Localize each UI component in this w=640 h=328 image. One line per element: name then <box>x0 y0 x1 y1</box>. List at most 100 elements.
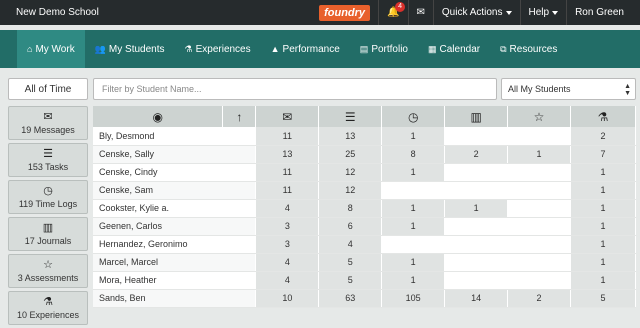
cell-tasks[interactable]: 63 <box>318 289 383 308</box>
cell-messages[interactable]: 11 <box>255 163 320 182</box>
cell-tasks[interactable]: 12 <box>318 181 383 200</box>
student-name[interactable]: Censke, Cindy <box>93 163 257 182</box>
tab-calendar[interactable]: ▦ Calendar <box>418 30 490 68</box>
cell-experiences[interactable]: 1 <box>570 235 636 254</box>
cell-experiences[interactable]: 1 <box>570 271 636 290</box>
table-row[interactable]: Censke, Cindy 11 12 1 1 <box>93 163 636 182</box>
time-range-button[interactable]: All of Time <box>8 78 88 100</box>
student-filter-input[interactable]: Filter by Student Name... <box>93 78 497 100</box>
sidebar-item-journal[interactable]: ▥ 17 Journals <box>8 217 88 251</box>
table-row[interactable]: Hernandez, Geronimo 3 4 1 <box>93 235 636 254</box>
cell-timelogs[interactable]: 105 <box>381 289 446 308</box>
cell-timelogs[interactable]: 1 <box>381 217 446 236</box>
sidebar-item-tasks[interactable]: ☰ 153 Tasks <box>8 143 88 177</box>
cell-timelogs[interactable]: 1 <box>381 163 446 182</box>
cell-experiences[interactable]: 1 <box>570 199 636 218</box>
cell-tasks[interactable]: 6 <box>318 217 383 236</box>
tab-resources[interactable]: ⧉ Resources <box>490 30 567 68</box>
help-menu[interactable]: Help <box>519 0 567 25</box>
cell-experiences[interactable]: 1 <box>570 181 636 200</box>
tab-my-work[interactable]: ⌂ My Work <box>17 30 85 68</box>
cell-messages[interactable]: 3 <box>255 217 320 236</box>
cell-tasks[interactable]: 12 <box>318 163 383 182</box>
cell-messages[interactable]: 10 <box>255 289 320 308</box>
foundry-logo[interactable]: foundry <box>319 4 371 21</box>
cell-journals <box>444 235 509 254</box>
cell-journals[interactable]: 1 <box>444 199 509 218</box>
cell-experiences[interactable]: 1 <box>570 163 636 182</box>
cell-assessments[interactable]: 2 <box>507 289 572 308</box>
table-row[interactable]: Cookster, Kylie a. 4 8 1 1 1 <box>93 199 636 218</box>
sidebar-item-star[interactable]: ☆ 3 Assessments <box>8 254 88 288</box>
table-row[interactable]: Sands, Ben 10 63 105 14 2 5 <box>93 289 636 308</box>
tab-experiences[interactable]: ⚗ Experiences <box>175 30 261 68</box>
cell-tasks[interactable]: 13 <box>318 127 383 146</box>
column-header-sort-up[interactable]: ↑ <box>222 106 257 127</box>
student-name[interactable]: Censke, Sally <box>93 145 257 164</box>
cell-tasks[interactable]: 8 <box>318 199 383 218</box>
cell-experiences[interactable]: 5 <box>570 289 636 308</box>
tab-performance[interactable]: ▲ Performance <box>261 30 350 68</box>
table-row[interactable]: Censke, Sally 13 25 8 2 1 7 <box>93 145 636 164</box>
student-name[interactable]: Censke, Sam <box>93 181 257 200</box>
cell-tasks[interactable]: 4 <box>318 235 383 254</box>
cell-messages[interactable]: 11 <box>255 181 320 200</box>
cell-journals[interactable]: 2 <box>444 145 509 164</box>
tab-my-students[interactable]: 👥 My Students <box>85 30 175 68</box>
cell-assessments <box>507 163 572 182</box>
user-menu[interactable]: Ron Green <box>566 0 640 25</box>
students-select[interactable]: All My Students ▲ ▼ <box>501 78 636 100</box>
cell-timelogs[interactable]: 1 <box>381 199 446 218</box>
column-header-flask[interactable]: ⚗ <box>570 106 636 127</box>
table-row[interactable]: Mora, Heather 4 5 1 1 <box>93 271 636 290</box>
flask-icon: ⚗ <box>597 109 609 124</box>
sidebar-item-flask[interactable]: ⚗ 10 Experiences <box>8 291 88 325</box>
quick-actions-menu[interactable]: Quick Actions <box>432 0 520 25</box>
student-name[interactable]: Geenen, Carlos <box>93 217 257 236</box>
cell-timelogs[interactable]: 1 <box>381 127 446 146</box>
column-header-clock[interactable]: ◷ <box>381 106 446 127</box>
table-row[interactable]: Bly, Desmond 11 13 1 2 <box>93 127 636 146</box>
tab-label: Performance <box>282 43 340 55</box>
cell-experiences[interactable]: 2 <box>570 127 636 146</box>
column-header-journal[interactable]: ▥ <box>444 106 509 127</box>
cell-tasks[interactable]: 25 <box>318 145 383 164</box>
star-icon: ☆ <box>43 259 53 271</box>
cell-tasks[interactable]: 5 <box>318 253 383 272</box>
cell-messages[interactable]: 4 <box>255 253 320 272</box>
cell-timelogs[interactable]: 8 <box>381 145 446 164</box>
envelope-icon: ✉ <box>416 7 425 18</box>
table-row[interactable]: Censke, Sam 11 12 1 <box>93 181 636 200</box>
column-header-user[interactable]: ◉ <box>93 106 224 127</box>
cell-timelogs[interactable]: 1 <box>381 253 446 272</box>
cell-tasks[interactable]: 5 <box>318 271 383 290</box>
tab-label: Calendar <box>439 43 481 55</box>
student-name[interactable]: Sands, Ben <box>93 289 257 308</box>
column-header-inbox[interactable]: ✉ <box>255 106 320 127</box>
tab-portfolio[interactable]: ▤ Portfolio <box>350 30 418 68</box>
cell-experiences[interactable]: 1 <box>570 217 636 236</box>
cell-messages[interactable]: 13 <box>255 145 320 164</box>
student-name[interactable]: Mora, Heather <box>93 271 257 290</box>
student-name[interactable]: Hernandez, Geronimo <box>93 235 257 254</box>
table-row[interactable]: Marcel, Marcel 4 5 1 1 <box>93 253 636 272</box>
column-header-tasks[interactable]: ☰ <box>318 106 383 127</box>
cell-messages[interactable]: 11 <box>255 127 320 146</box>
sidebar-item-inbox[interactable]: ✉ 19 Messages <box>8 106 88 140</box>
cell-messages[interactable]: 4 <box>255 199 320 218</box>
cell-timelogs[interactable]: 1 <box>381 271 446 290</box>
student-name[interactable]: Marcel, Marcel <box>93 253 257 272</box>
messages-button[interactable]: ✉ <box>407 0 433 25</box>
table-row[interactable]: Geenen, Carlos 3 6 1 1 <box>93 217 636 236</box>
cell-journals[interactable]: 14 <box>444 289 509 308</box>
cell-messages[interactable]: 3 <box>255 235 320 254</box>
cell-assessments[interactable]: 1 <box>507 145 572 164</box>
column-header-star[interactable]: ☆ <box>507 106 572 127</box>
cell-messages[interactable]: 4 <box>255 271 320 290</box>
student-name[interactable]: Bly, Desmond <box>93 127 257 146</box>
cell-experiences[interactable]: 7 <box>570 145 636 164</box>
notifications-button[interactable]: 🔔 4 <box>378 0 407 25</box>
cell-experiences[interactable]: 1 <box>570 253 636 272</box>
sidebar-item-clock[interactable]: ◷ 119 Time Logs <box>8 180 88 214</box>
student-name[interactable]: Cookster, Kylie a. <box>93 199 257 218</box>
